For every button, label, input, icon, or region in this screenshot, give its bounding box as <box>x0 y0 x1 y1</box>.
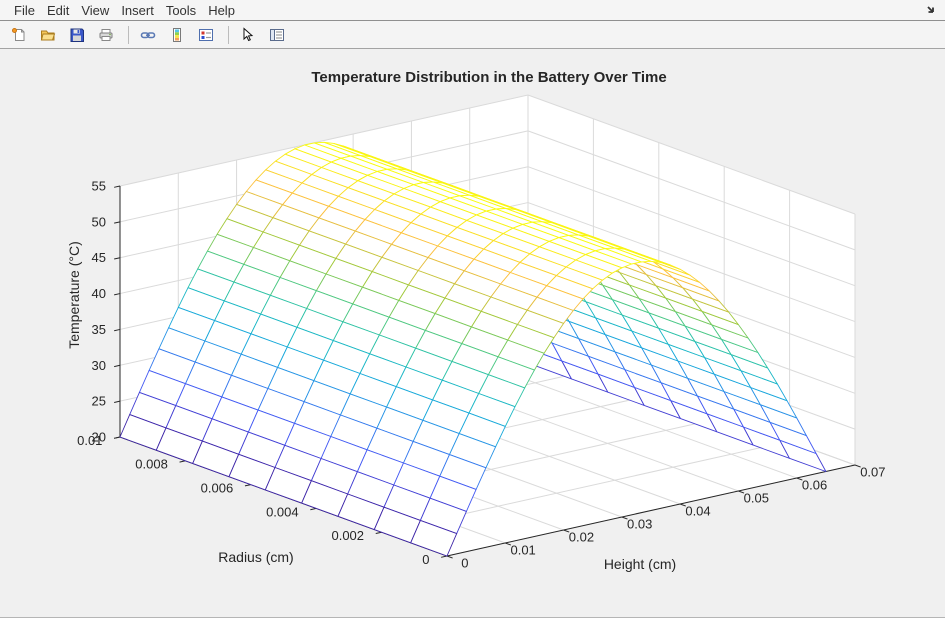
new-document-icon[interactable] <box>6 23 32 47</box>
svg-text:Temperature Distribution in th: Temperature Distribution in the Battery … <box>311 69 666 86</box>
svg-text:35: 35 <box>92 322 106 337</box>
svg-text:0.02: 0.02 <box>569 529 594 544</box>
menu-tools[interactable]: Tools <box>160 1 202 20</box>
svg-text:20: 20 <box>92 430 106 445</box>
menu-view[interactable]: View <box>75 1 115 20</box>
menu-edit[interactable]: Edit <box>41 1 75 20</box>
svg-text:0.03: 0.03 <box>627 516 652 531</box>
svg-text:Temperature (°C): Temperature (°C) <box>66 241 82 349</box>
menu-insert[interactable]: Insert <box>115 1 160 20</box>
svg-text:0.006: 0.006 <box>201 481 234 496</box>
svg-text:0.05: 0.05 <box>744 490 769 505</box>
svg-text:0.06: 0.06 <box>802 477 827 492</box>
svg-text:45: 45 <box>92 250 106 265</box>
figure-toolbar <box>0 21 945 49</box>
edit-plot-icon[interactable] <box>235 23 261 47</box>
svg-text:40: 40 <box>92 286 106 301</box>
link-plot-icon[interactable] <box>135 23 161 47</box>
property-inspector-icon[interactable] <box>264 23 290 47</box>
svg-text:Height (cm): Height (cm) <box>604 556 676 572</box>
svg-text:Radius (cm): Radius (cm) <box>218 549 293 565</box>
menu-help[interactable]: Help <box>202 1 241 20</box>
toolbar-separator <box>228 26 229 44</box>
figure-canvas: 0 0.01 0.02 0.03 0.04 0.05 0.06 0.07 0 0.002 0.004… <box>0 49 945 618</box>
open-folder-icon[interactable] <box>35 23 61 47</box>
insert-colorbar-icon[interactable] <box>164 23 190 47</box>
svg-text:0.01: 0.01 <box>510 542 535 557</box>
menu-file[interactable]: File <box>8 1 41 20</box>
svg-text:25: 25 <box>92 394 106 409</box>
svg-text:0.008: 0.008 <box>135 457 168 472</box>
svg-text:0.004: 0.004 <box>266 504 299 519</box>
menubar: File Edit View Insert Tools Help <box>0 0 945 21</box>
dock-figure-icon[interactable] <box>923 2 939 18</box>
save-icon[interactable] <box>64 23 90 47</box>
svg-text:0.002: 0.002 <box>331 528 364 543</box>
svg-text:0: 0 <box>461 555 468 570</box>
svg-text:0.07: 0.07 <box>860 464 885 479</box>
figure-window: File Edit View Insert Tools Help <box>0 0 945 618</box>
insert-legend-icon[interactable] <box>193 23 219 47</box>
svg-text:0.04: 0.04 <box>685 503 710 518</box>
svg-text:30: 30 <box>92 358 106 373</box>
svg-text:0: 0 <box>422 552 429 567</box>
toolbar-separator <box>128 26 129 44</box>
plot-3d-surface: 0 0.01 0.02 0.03 0.04 0.05 0.06 0.07 0 0.002 0.004… <box>0 49 945 618</box>
svg-text:55: 55 <box>92 179 106 194</box>
svg-text:50: 50 <box>92 214 106 229</box>
print-icon[interactable] <box>93 23 119 47</box>
